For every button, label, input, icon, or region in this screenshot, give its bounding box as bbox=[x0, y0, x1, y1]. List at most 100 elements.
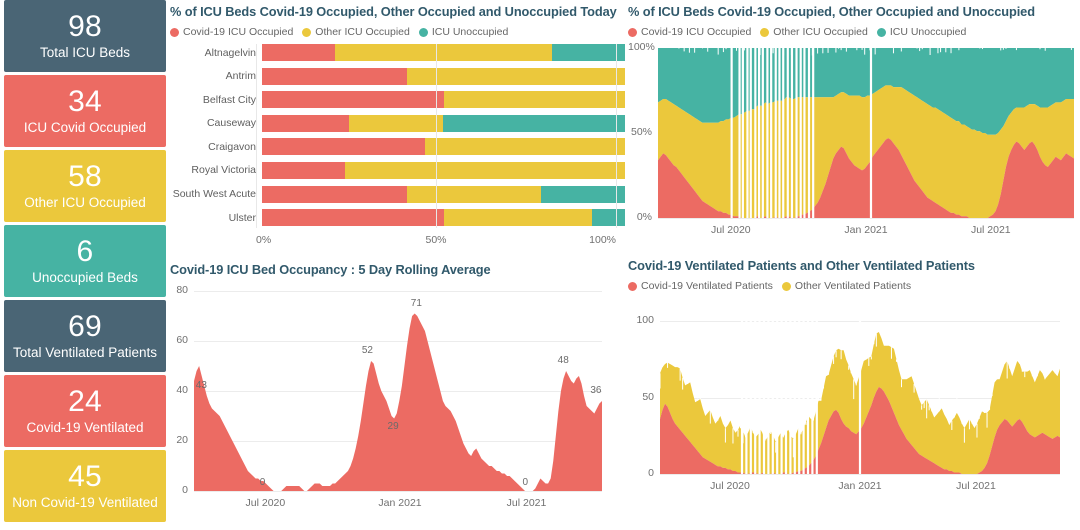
pct-timeseries-xtick: Jul 2020 bbox=[711, 224, 751, 236]
hospital-bar-segment[interactable] bbox=[349, 115, 443, 132]
hospital-bar-label: Belfast City bbox=[170, 94, 262, 106]
hospital-bar-segment[interactable] bbox=[443, 115, 625, 132]
icu-rolling-annotation: 0 bbox=[260, 477, 266, 488]
hospital-legend-item[interactable]: ICU Unoccupied bbox=[419, 26, 508, 38]
hospital-bar-row: Craigavon bbox=[170, 138, 625, 155]
panel-icu-rolling: Covid-19 ICU Bed Occupancy : 5 Day Rolli… bbox=[170, 262, 625, 530]
hospital-bar-track bbox=[262, 186, 625, 203]
pct-timeseries-ytick: 100% bbox=[628, 41, 652, 53]
kpi-card-1[interactable]: 34 ICU Covid Occupied bbox=[4, 75, 166, 147]
ventilated-plot bbox=[660, 306, 1060, 474]
hospital-bar-segment[interactable] bbox=[425, 138, 625, 155]
kpi-value: 45 bbox=[68, 461, 102, 493]
icu-rolling-annotation: 52 bbox=[362, 345, 373, 356]
panel-icu-rolling-title: Covid-19 ICU Bed Occupancy : 5 Day Rolli… bbox=[170, 262, 625, 277]
icu-rolling-xtick: Jan 2021 bbox=[378, 497, 421, 509]
kpi-label: Total ICU Beds bbox=[40, 45, 130, 61]
icu-rolling-ytick: 40 bbox=[170, 384, 188, 396]
hospital-bar-segment[interactable] bbox=[262, 91, 444, 108]
ventilated-xtick: Jul 2021 bbox=[956, 480, 996, 492]
hospital-bar-row: South West Acute bbox=[170, 186, 625, 203]
kpi-label: Other ICU Occupied bbox=[24, 195, 146, 211]
icu-rolling-plot bbox=[194, 291, 602, 491]
legend-label: Other ICU Occupied bbox=[315, 26, 410, 38]
hospital-bar-row: Ulster bbox=[170, 209, 625, 226]
hospital-bar-row: Causeway bbox=[170, 115, 625, 132]
pct-legend-item[interactable]: ICU Unoccupied bbox=[877, 26, 966, 38]
legend-color-swatch bbox=[419, 28, 428, 37]
hospital-bar-xtick: 100% bbox=[589, 234, 616, 246]
hospital-bar-row: Altnagelvin bbox=[170, 44, 625, 61]
kpi-card-0[interactable]: 98 Total ICU Beds bbox=[4, 0, 166, 72]
hospital-bar-segment[interactable] bbox=[407, 186, 541, 203]
kpi-card-6[interactable]: 45 Non Covid-19 Ventilated bbox=[4, 450, 166, 522]
hospital-bar-segment[interactable] bbox=[541, 186, 624, 203]
icu-rolling-annotation: 29 bbox=[388, 421, 399, 432]
ventilated-ytick: 50 bbox=[628, 391, 654, 403]
hospital-bar-track bbox=[262, 138, 625, 155]
hospital-legend-item[interactable]: Covid-19 ICU Occupied bbox=[170, 26, 293, 38]
hospital-bar-segment[interactable] bbox=[262, 115, 349, 132]
hospital-bar-label: Craigavon bbox=[170, 141, 262, 153]
icu-rolling-annotation: 43 bbox=[196, 380, 207, 391]
hospital-bar-segment[interactable] bbox=[335, 44, 553, 61]
legend-label: Other ICU Occupied bbox=[773, 26, 868, 38]
ventilated-legend-item[interactable]: Covid-19 Ventilated Patients bbox=[628, 280, 773, 292]
hospital-bar-segment[interactable] bbox=[262, 44, 335, 61]
ventilated-ytick: 100 bbox=[628, 314, 654, 326]
hospital-bar-segment[interactable] bbox=[345, 162, 625, 179]
icu-rolling-series-area[interactable] bbox=[194, 314, 602, 492]
hospital-bar-row: Royal Victoria bbox=[170, 162, 625, 179]
kpi-label: Covid-19 Ventilated bbox=[26, 420, 143, 436]
hospital-bar-track bbox=[262, 44, 625, 61]
ventilated-legend: Covid-19 Ventilated Patients Other Ventil… bbox=[628, 280, 1080, 292]
legend-color-swatch bbox=[877, 28, 886, 37]
hospital-bar-label: Altnagelvin bbox=[170, 47, 262, 59]
kpi-card-5[interactable]: 24 Covid-19 Ventilated bbox=[4, 375, 166, 447]
hospital-bar-segment[interactable] bbox=[262, 186, 407, 203]
ventilated-legend-item[interactable]: Other Ventilated Patients bbox=[782, 280, 911, 292]
hospital-bar-segment[interactable] bbox=[262, 68, 407, 85]
hospital-bar-row: Belfast City bbox=[170, 91, 625, 108]
icu-rolling-gridline bbox=[194, 491, 602, 492]
pct-legend-item[interactable]: Covid-19 ICU Occupied bbox=[628, 26, 751, 38]
kpi-card-3[interactable]: 6 Unoccupied Beds bbox=[4, 225, 166, 297]
hospital-bar-x-axis: 0% 50% 100% bbox=[256, 233, 625, 247]
hospital-occupancy-legend: Covid-19 ICU Occupied Other ICU Occupied I… bbox=[170, 26, 625, 38]
pct-timeseries-ytick: 0% bbox=[628, 211, 652, 223]
kpi-card-column: 98 Total ICU Beds 34 ICU Covid Occupied 58 Ot… bbox=[4, 0, 166, 530]
hospital-bar-segment[interactable] bbox=[444, 91, 626, 108]
hospital-bar-track bbox=[262, 91, 625, 108]
kpi-value: 98 bbox=[68, 11, 102, 43]
legend-color-swatch bbox=[782, 282, 791, 291]
hospital-bar-segment[interactable] bbox=[444, 209, 593, 226]
hospital-bar-rows: Altnagelvin Antrim Belfast City Causeway Cra… bbox=[170, 44, 625, 226]
kpi-value: 34 bbox=[68, 86, 102, 118]
kpi-card-4[interactable]: 69 Total Ventilated Patients bbox=[4, 300, 166, 372]
kpi-value: 69 bbox=[68, 311, 102, 343]
hospital-bar-segment[interactable] bbox=[552, 44, 625, 61]
kpi-value: 24 bbox=[68, 386, 102, 418]
panel-ventilated-title: Covid-19 Ventilated Patients and Other V… bbox=[628, 258, 1080, 273]
kpi-card-2[interactable]: 58 Other ICU Occupied bbox=[4, 150, 166, 222]
pct-timeseries-svg bbox=[658, 48, 1074, 218]
hospital-bar-segment[interactable] bbox=[592, 209, 625, 226]
icu-rolling-ytick: 20 bbox=[170, 434, 188, 446]
panel-hospital-occupancy-title: % of ICU Beds Covid-19 Occupied, Other O… bbox=[170, 4, 625, 19]
legend-label: Covid-19 ICU Occupied bbox=[641, 26, 751, 38]
pct-legend-item[interactable]: Other ICU Occupied bbox=[760, 26, 868, 38]
icu-rolling-annotation: 71 bbox=[411, 298, 422, 309]
legend-color-swatch bbox=[628, 282, 637, 291]
icu-dashboard: 98 Total ICU Beds 34 ICU Covid Occupied 58 Ot… bbox=[0, 0, 1080, 530]
icu-rolling-xtick: Jul 2021 bbox=[507, 497, 547, 509]
hospital-legend-item[interactable]: Other ICU Occupied bbox=[302, 26, 410, 38]
panel-ventilated: Covid-19 Ventilated Patients and Other V… bbox=[628, 258, 1080, 530]
ventilated-ytick: 0 bbox=[628, 467, 654, 479]
hospital-bar-segment[interactable] bbox=[407, 68, 625, 85]
hospital-bar-segment[interactable] bbox=[262, 209, 444, 226]
hospital-bar-segment[interactable] bbox=[262, 162, 345, 179]
legend-label: ICU Unoccupied bbox=[890, 26, 966, 38]
pct-timeseries-plot bbox=[658, 48, 1074, 218]
hospital-bar-segment[interactable] bbox=[262, 138, 425, 155]
icu-rolling-ytick: 80 bbox=[170, 284, 188, 296]
